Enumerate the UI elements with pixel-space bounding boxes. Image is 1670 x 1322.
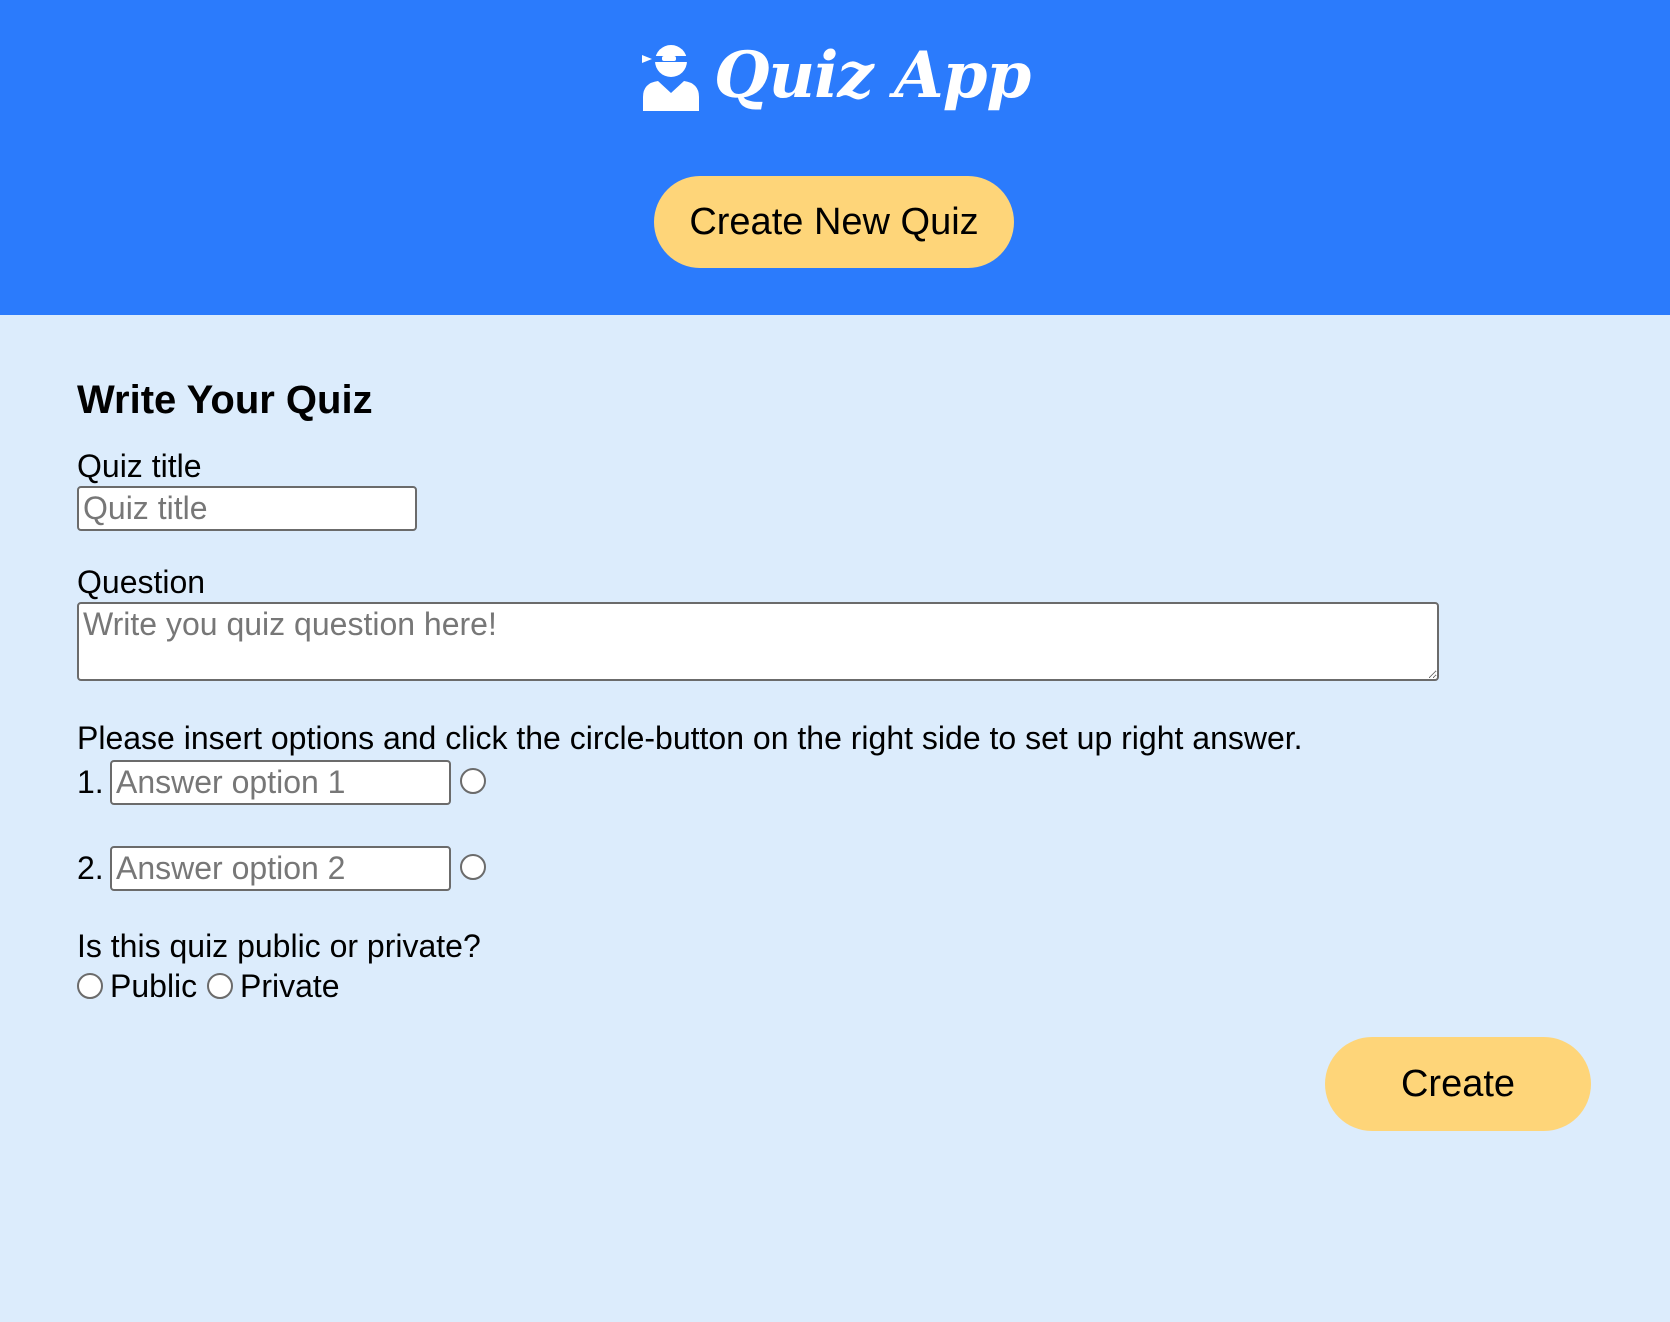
- question-textarea[interactable]: [77, 602, 1439, 681]
- create-button[interactable]: Create: [1325, 1037, 1591, 1131]
- create-new-quiz-button[interactable]: Create New Quiz: [654, 176, 1014, 268]
- private-label[interactable]: Private: [240, 968, 340, 1005]
- answer-option-2-input[interactable]: [110, 846, 451, 891]
- quiz-title-label: Quiz title: [77, 448, 202, 484]
- brand-name: Quiz App: [713, 38, 1031, 113]
- private-radio[interactable]: [207, 973, 233, 999]
- option-2-number: 2.: [77, 850, 104, 886]
- options-instruction: Please insert options and click the circ…: [77, 720, 1303, 756]
- option-1-number: 1.: [77, 764, 104, 800]
- form-heading: Write Your Quiz: [77, 378, 373, 422]
- answer-option-1-input[interactable]: [110, 760, 451, 805]
- public-label[interactable]: Public: [110, 968, 197, 1005]
- ninja-user-icon: [641, 44, 699, 111]
- privacy-question: Is this quiz public or private?: [77, 928, 481, 964]
- quiz-title-input[interactable]: [77, 486, 417, 531]
- option-2-correct-radio[interactable]: [460, 854, 486, 880]
- app-header: Quiz App Create New Quiz: [0, 0, 1670, 315]
- option-1-correct-radio[interactable]: [460, 768, 486, 794]
- brand-logo[interactable]: Quiz App: [0, 38, 1670, 113]
- question-label: Question: [77, 564, 206, 600]
- public-radio[interactable]: [77, 973, 103, 999]
